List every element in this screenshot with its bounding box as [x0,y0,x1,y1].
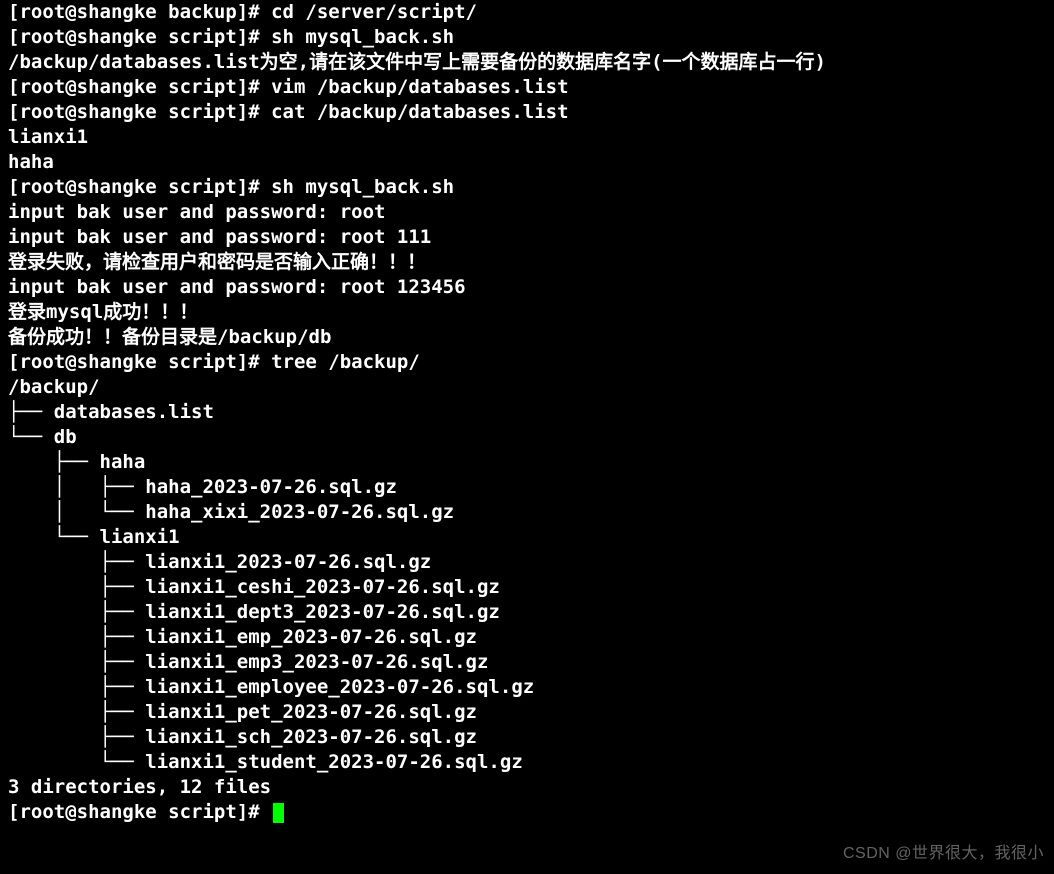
watermark-text: CSDN @世界很大，我很小 [843,841,1044,866]
terminal-output-line: ├── lianxi1_dept3_2023-07-26.sql.gz [8,600,1046,625]
terminal-output-line: ├── lianxi1_pet_2023-07-26.sql.gz [8,700,1046,725]
terminal-output[interactable]: [root@shangke backup]# cd /server/script… [0,0,1054,833]
terminal-output-line: │ └── haha_xixi_2023-07-26.sql.gz [8,500,1046,525]
terminal-output-line: └── lianxi1_student_2023-07-26.sql.gz [8,750,1046,775]
terminal-output-line: haha [8,150,1046,175]
terminal-output-line: input bak user and password: root 123456 [8,275,1046,300]
terminal-prompt-line: [root@shangke script]# vim /backup/datab… [8,75,1046,100]
terminal-output-line: lianxi1 [8,125,1046,150]
terminal-output-line: ├── lianxi1_emp3_2023-07-26.sql.gz [8,650,1046,675]
terminal-prompt-line: [root@shangke script]# [8,800,1046,825]
terminal-prompt-line: [root@shangke script]# cat /backup/datab… [8,100,1046,125]
terminal-output-line: └── lianxi1 [8,525,1046,550]
terminal-output-line: 登录失败，请检查用户和密码是否输入正确！！！ [8,250,1046,275]
terminal-output-line: input bak user and password: root 111 [8,225,1046,250]
terminal-output-line: 3 directories, 12 files [8,775,1046,800]
terminal-output-line: │ ├── haha_2023-07-26.sql.gz [8,475,1046,500]
terminal-output-line: ├── haha [8,450,1046,475]
terminal-output-line: ├── lianxi1_emp_2023-07-26.sql.gz [8,625,1046,650]
terminal-output-line: input bak user and password: root [8,200,1046,225]
terminal-output-line: 备份成功！！备份目录是/backup/db [8,325,1046,350]
terminal-output-line: └── db [8,425,1046,450]
terminal-output-line: /backup/databases.list为空,请在该文件中写上需要备份的数据… [8,50,1046,75]
terminal-prompt-line: [root@shangke script]# tree /backup/ [8,350,1046,375]
terminal-output-line: ├── lianxi1_ceshi_2023-07-26.sql.gz [8,575,1046,600]
terminal-prompt-line: [root@shangke backup]# cd /server/script… [8,0,1046,25]
terminal-output-line: 登录mysql成功！！！ [8,300,1046,325]
terminal-output-line: ├── lianxi1_employee_2023-07-26.sql.gz [8,675,1046,700]
terminal-prompt-line: [root@shangke script]# sh mysql_back.sh [8,175,1046,200]
terminal-prompt-line: [root@shangke script]# sh mysql_back.sh [8,25,1046,50]
terminal-output-line: /backup/ [8,375,1046,400]
terminal-output-line: ├── databases.list [8,400,1046,425]
terminal-output-line: ├── lianxi1_sch_2023-07-26.sql.gz [8,725,1046,750]
terminal-cursor [273,803,284,823]
terminal-output-line: ├── lianxi1_2023-07-26.sql.gz [8,550,1046,575]
